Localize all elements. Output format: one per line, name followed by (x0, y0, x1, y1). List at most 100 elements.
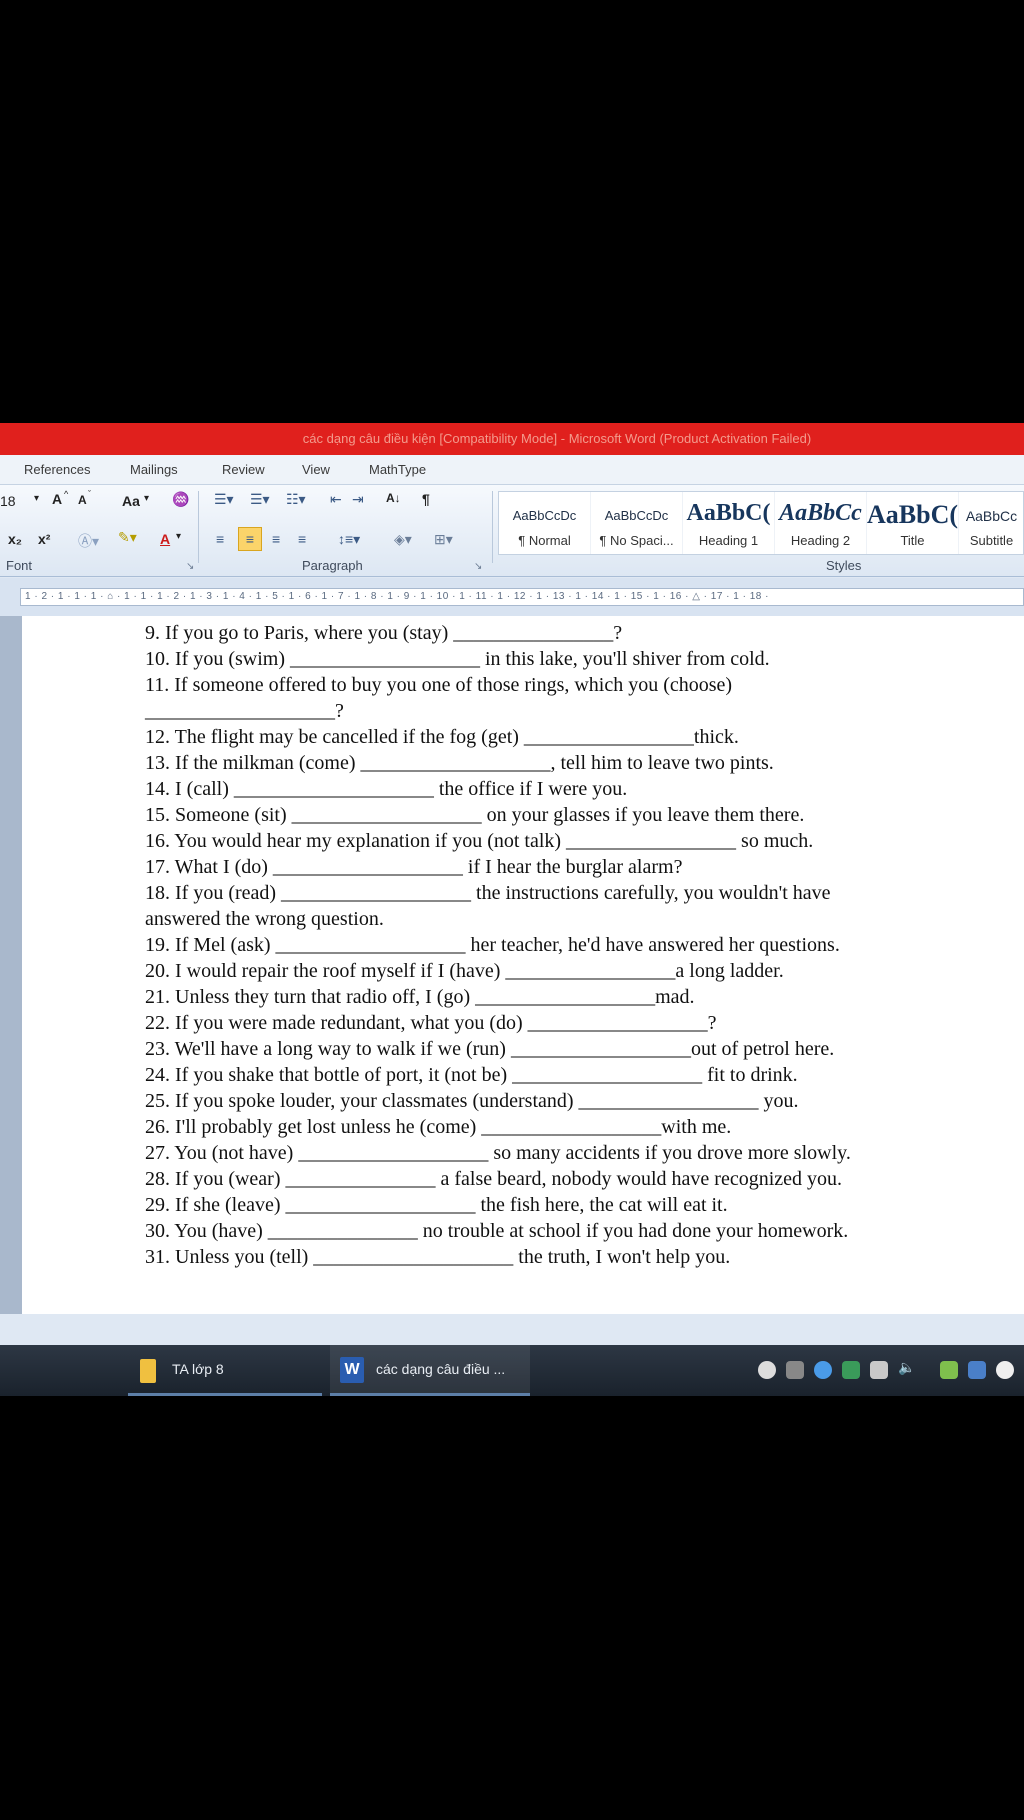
tab-view[interactable]: View (302, 462, 330, 477)
shading-icon[interactable]: ◈▾ (394, 531, 412, 548)
shrink-font-arrow-icon: ˇ (88, 489, 91, 499)
clear-format-icon[interactable]: ♒ (172, 491, 189, 508)
document-line: 14. I (call) ____________________ the of… (145, 778, 628, 800)
change-case-dropdown-icon[interactable]: ▾ (144, 493, 149, 504)
document-line: 16. You would hear my explanation if you… (145, 830, 814, 852)
decrease-indent-icon[interactable]: ⇤ (330, 491, 342, 508)
paragraph-dialog-launcher-icon[interactable]: ↘ (474, 561, 482, 572)
style-name: ¶ No Spaci... (599, 533, 674, 548)
printer-icon[interactable] (786, 1361, 804, 1379)
horizontal-ruler[interactable]: 1 · 2 · 1 · 1 · 1 · ⌂ · 1 · 1 · 1 · 2 · … (20, 588, 1024, 606)
style-name: Heading 1 (698, 533, 759, 548)
document-line: 11. If someone offered to buy you one of… (145, 674, 733, 696)
app-icon[interactable] (842, 1361, 860, 1379)
cloud-icon[interactable] (814, 1361, 832, 1379)
document-line: 29. If she (leave) ___________________ t… (145, 1194, 728, 1216)
style-heading-1[interactable]: AaBbC( Heading 1 (683, 492, 775, 554)
document-line: 30. You (have) _______________ no troubl… (145, 1220, 849, 1242)
document-line: 12. The flight may be cancelled if the f… (145, 726, 739, 748)
superscript-icon[interactable]: x² (38, 531, 50, 547)
style-name: Title (900, 533, 925, 548)
document-line: answered the wrong question. (145, 908, 384, 930)
title-bar: các dạng câu điều kiện [Compatibility Mo… (0, 423, 1024, 455)
document-line: 19. If Mel (ask) ___________________ her… (145, 934, 840, 956)
separator (198, 491, 199, 563)
align-center-icon[interactable]: ≡ (238, 527, 262, 551)
style-sample: AaBbCc (965, 508, 1018, 524)
tab-mailings[interactable]: Mailings (130, 462, 178, 477)
style-name: ¶ Normal (518, 533, 571, 548)
taskbar-item-label: TA lớp 8 (172, 1361, 224, 1377)
taskbar-item-folder[interactable]: TA lớp 8 (128, 1345, 322, 1396)
document-line: 24. If you shake that bottle of port, it… (145, 1064, 798, 1086)
document-line: 22. If you were made redundant, what you… (145, 1012, 717, 1034)
show-formatting-icon[interactable]: ¶ (422, 491, 430, 507)
ruler-bar: 1 · 2 · 1 · 1 · 1 · ⌂ · 1 · 1 · 1 · 2 · … (0, 578, 1024, 616)
style-no-spacing[interactable]: AaBbCcDc ¶ No Spaci... (591, 492, 683, 554)
ribbon: 18 ▾ A ^ A ˇ Aa ▾ ♒ x₂ x² Ⓐ▾ ✎▾ A ▾ Font… (0, 485, 1024, 577)
style-title[interactable]: AaBbC( Title (867, 492, 959, 554)
font-dialog-launcher-icon[interactable]: ↘ (186, 561, 194, 572)
document-line: 28. If you (wear) _______________ a fals… (145, 1168, 843, 1190)
document-line: 9. If you go to Paris, where you (stay) … (145, 622, 623, 644)
sort-icon[interactable]: A↓ (386, 491, 401, 505)
taskbar: TA lớp 8 W các dạng câu điều ... 🔈 (0, 1345, 1024, 1396)
subscript-icon[interactable]: x₂ (8, 531, 22, 547)
style-sample: AaBbCc (779, 500, 862, 526)
document-line: 25. If you spoke louder, your classmates… (145, 1090, 799, 1112)
align-right-icon[interactable]: ≡ (272, 531, 280, 547)
document-line: 31. Unless you (tell) __________________… (145, 1246, 731, 1268)
document-page[interactable]: 9. If you go to Paris, where you (stay) … (22, 616, 1024, 1314)
grow-font-icon[interactable]: A (52, 491, 62, 507)
document-line: 27. You (not have) ___________________ s… (145, 1142, 851, 1164)
bullets-icon[interactable]: ☰▾ (214, 491, 234, 508)
borders-icon[interactable]: ⊞▾ (434, 531, 453, 548)
align-left-icon[interactable]: ≡ (216, 531, 224, 547)
word-icon: W (340, 1357, 364, 1383)
document-body: 9. If you go to Paris, where you (stay) … (145, 620, 1005, 1270)
ribbon-tabs: References Mailings Review View MathType (0, 455, 1024, 485)
style-sample: AaBbC( (867, 500, 959, 529)
style-heading-2[interactable]: AaBbCc Heading 2 (775, 492, 867, 554)
tab-references[interactable]: References (24, 462, 90, 477)
change-case-icon[interactable]: Aa (122, 493, 140, 509)
increase-indent-icon[interactable]: ⇥ (352, 491, 364, 508)
tab-mathtype[interactable]: MathType (369, 462, 426, 477)
folder-icon (140, 1359, 156, 1383)
tab-review[interactable]: Review (222, 462, 265, 477)
document-area: 9. If you go to Paris, where you (stay) … (0, 616, 1024, 1314)
multilevel-list-icon[interactable]: ☷▾ (286, 491, 306, 508)
document-line: 15. Someone (sit) ___________________ on… (145, 804, 805, 826)
display-icon[interactable] (968, 1361, 986, 1379)
style-sample: AaBbC( (686, 500, 771, 526)
taskbar-item-word[interactable]: W các dạng câu điều ... (330, 1345, 530, 1396)
chat-icon[interactable] (758, 1361, 776, 1379)
screen: các dạng câu điều kiện [Compatibility Mo… (0, 423, 1024, 1396)
font-size-dropdown-icon[interactable]: ▾ (34, 493, 39, 504)
document-line: 10. If you (swim) ___________________ in… (145, 648, 770, 670)
volume-icon[interactable]: 🔈 (898, 1359, 916, 1377)
document-line: 17. What I (do) ___________________ if I… (145, 856, 683, 878)
style-subtitle[interactable]: AaBbCc Subtitle (959, 492, 1024, 554)
taskbar-item-label: các dạng câu điều ... (376, 1361, 506, 1377)
style-name: Heading 2 (790, 533, 851, 548)
document-line: 13. If the milkman (come) ______________… (145, 752, 774, 774)
power-icon[interactable] (996, 1361, 1014, 1379)
text-effects-icon[interactable]: Ⓐ▾ (78, 531, 99, 551)
document-line: 26. I'll probably get lost unless he (co… (145, 1116, 732, 1138)
style-sample: AaBbCcDc (512, 508, 577, 523)
paragraph-group-label: Paragraph (302, 558, 363, 573)
taskbar-indicator (330, 1393, 530, 1396)
style-normal[interactable]: AaBbCcDc ¶ Normal (499, 492, 591, 554)
network-icon[interactable] (870, 1361, 888, 1379)
font-color-dropdown-icon[interactable]: ▾ (176, 531, 181, 542)
justify-icon[interactable]: ≡ (298, 531, 306, 547)
font-color-icon[interactable]: A (160, 531, 170, 547)
document-line: 23. We'll have a long way to walk if we … (145, 1038, 835, 1060)
highlight-icon[interactable]: ✎▾ (118, 529, 137, 546)
font-size-box[interactable]: 18 (0, 493, 16, 509)
security-icon[interactable] (940, 1361, 958, 1379)
line-spacing-icon[interactable]: ↕≡▾ (338, 531, 360, 548)
shrink-font-icon[interactable]: A (78, 493, 87, 507)
numbering-icon[interactable]: ☰▾ (250, 491, 270, 508)
